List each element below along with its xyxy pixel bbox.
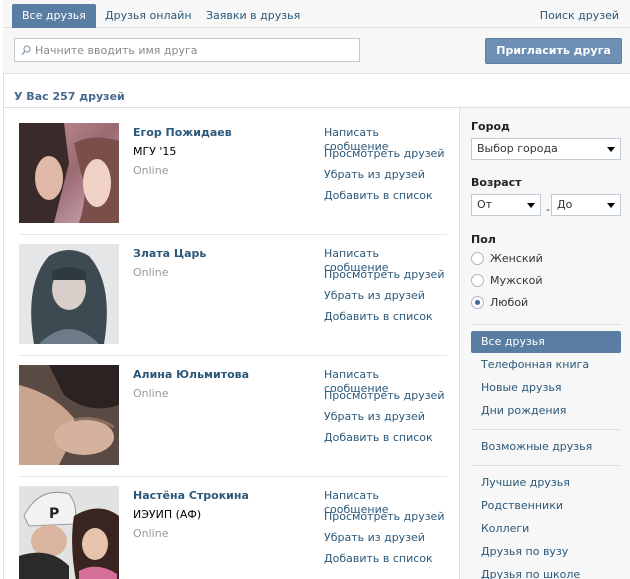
write-message-link[interactable]: Написать сообщение — [324, 126, 447, 153]
age-to-value: До — [557, 198, 573, 211]
sex-any-label: Любой — [490, 296, 529, 309]
view-friends-link[interactable]: Просмотреть друзей — [324, 389, 447, 410]
divider — [3, 107, 459, 108]
invite-friend-button[interactable]: Пригласить друга — [485, 38, 622, 64]
friend-search-box — [14, 38, 360, 62]
radio-dot-icon — [475, 300, 480, 305]
dropdown-arrow-icon — [607, 203, 615, 208]
divider — [471, 324, 621, 325]
age-from-value: От — [477, 198, 493, 211]
tab-bar: Все друзья Друзья онлайн Заявки в друзья… — [3, 0, 630, 28]
friend-actions: Написать сообщение Просмотреть друзей Уб… — [324, 489, 447, 573]
friend-name[interactable]: Злата Царь — [133, 247, 206, 260]
online-status: Online — [133, 164, 169, 177]
view-friends-link[interactable]: Просмотреть друзей — [324, 147, 447, 168]
divider — [471, 429, 621, 430]
filter-panel: Город Выбор города Возраст От - До Пол Ж… — [459, 107, 630, 579]
friend-name[interactable]: Алина Юльмитова — [133, 368, 249, 381]
friend-row: Егор Пожидаев МГУ '15 Online Написать со… — [19, 123, 447, 244]
friends-count: У Вас 257 друзей — [14, 90, 125, 103]
friend-university: ИЭУИП (АФ) — [133, 508, 202, 521]
menu-phonebook[interactable]: Телефонная книга — [471, 354, 621, 376]
friend-row: P Настёна Строкина ИЭУИП (АФ) Online Нап… — [19, 486, 447, 579]
radio-circle — [471, 252, 484, 265]
friend-row: Алина Юльмитова Online Написать сообщени… — [19, 365, 447, 486]
online-status: Online — [133, 387, 169, 400]
sex-label: Пол — [471, 233, 496, 246]
add-to-list-link[interactable]: Добавить в список — [324, 189, 447, 210]
row-divider — [19, 476, 447, 477]
dropdown-arrow-icon — [607, 147, 615, 152]
search-bar: Пригласить друга — [3, 28, 630, 74]
menu-relatives[interactable]: Родственники — [471, 495, 621, 517]
dropdown-arrow-icon — [527, 203, 535, 208]
friend-photo[interactable] — [19, 244, 119, 344]
menu-best-friends[interactable]: Лучшие друзья — [471, 472, 621, 494]
friend-name[interactable]: Настёна Строкина — [133, 489, 249, 502]
remove-friend-link[interactable]: Убрать из друзей — [324, 289, 447, 310]
row-divider — [19, 355, 447, 356]
city-select-value: Выбор города — [477, 142, 558, 155]
friend-photo[interactable]: P — [19, 486, 119, 579]
sex-female-label: Женский — [490, 252, 543, 265]
view-friends-link[interactable]: Просмотреть друзей — [324, 268, 447, 289]
divider — [471, 465, 621, 466]
remove-friend-link[interactable]: Убрать из друзей — [324, 410, 447, 431]
age-label: Возраст — [471, 176, 522, 189]
friend-university: МГУ '15 — [133, 145, 177, 158]
write-message-link[interactable]: Написать сообщение — [324, 489, 447, 516]
write-message-link[interactable]: Написать сообщение — [324, 247, 447, 274]
svg-text:P: P — [49, 506, 59, 522]
online-status: Online — [133, 266, 169, 279]
tab-friends-online[interactable]: Друзья онлайн — [95, 4, 202, 28]
online-status: Online — [133, 527, 169, 540]
age-from-select[interactable]: От — [471, 194, 541, 216]
friend-name[interactable]: Егор Пожидаев — [133, 126, 232, 139]
menu-school-friends[interactable]: Друзья по школе — [471, 564, 621, 579]
search-friends-link[interactable]: Поиск друзей — [540, 4, 619, 28]
menu-possible-friends[interactable]: Возможные друзья — [471, 436, 621, 458]
tab-friend-requests[interactable]: Заявки в друзья — [196, 4, 310, 28]
friend-actions: Написать сообщение Просмотреть друзей Уб… — [324, 126, 447, 210]
remove-friend-link[interactable]: Убрать из друзей — [324, 168, 447, 189]
friend-photo[interactable] — [19, 123, 119, 223]
page-left-border — [3, 0, 4, 579]
menu-uni-friends[interactable]: Друзья по вузу — [471, 541, 621, 563]
friend-photo[interactable] — [19, 365, 119, 465]
remove-friend-link[interactable]: Убрать из друзей — [324, 531, 447, 552]
city-label: Город — [471, 120, 510, 133]
menu-new-friends[interactable]: Новые друзья — [471, 377, 621, 399]
menu-birthdays[interactable]: Дни рождения — [471, 400, 621, 422]
age-dash: - — [546, 203, 550, 216]
radio-circle-selected — [471, 296, 484, 309]
friend-actions: Написать сообщение Просмотреть друзей Уб… — [324, 247, 447, 331]
menu-all-friends[interactable]: Все друзья — [471, 331, 621, 353]
friend-search-input[interactable] — [35, 42, 355, 58]
age-to-select[interactable]: До — [551, 194, 621, 216]
row-divider — [19, 234, 447, 235]
menu-colleagues[interactable]: Коллеги — [471, 518, 621, 540]
view-friends-link[interactable]: Просмотреть друзей — [324, 510, 447, 531]
search-icon — [21, 45, 31, 56]
add-to-list-link[interactable]: Добавить в список — [324, 431, 447, 452]
add-to-list-link[interactable]: Добавить в список — [324, 552, 447, 573]
write-message-link[interactable]: Написать сообщение — [324, 368, 447, 395]
friend-row: Злата Царь Online Написать сообщение Про… — [19, 244, 447, 365]
sex-male-label: Мужской — [490, 274, 543, 287]
radio-circle — [471, 274, 484, 287]
city-select[interactable]: Выбор города — [471, 138, 621, 160]
add-to-list-link[interactable]: Добавить в список — [324, 310, 447, 331]
friend-actions: Написать сообщение Просмотреть друзей Уб… — [324, 368, 447, 452]
tab-all-friends[interactable]: Все друзья — [12, 4, 96, 28]
